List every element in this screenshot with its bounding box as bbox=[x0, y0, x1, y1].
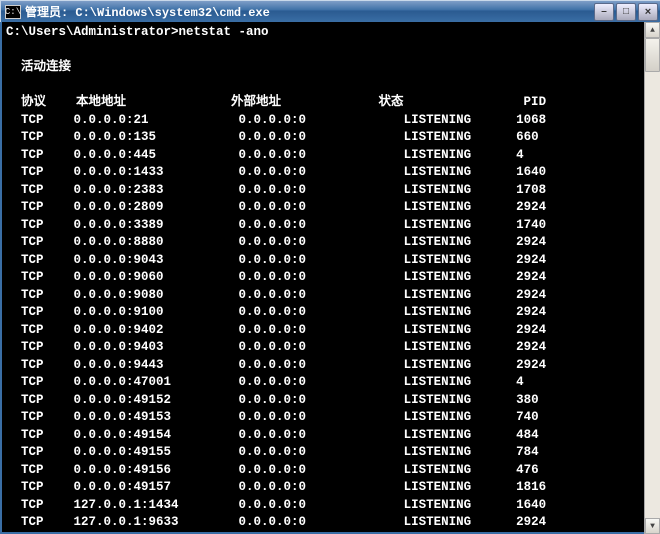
minimize-button[interactable]: – bbox=[594, 3, 614, 21]
scroll-thumb[interactable] bbox=[645, 38, 660, 72]
window-title: 管理员: C:\Windows\system32\cmd.exe bbox=[25, 3, 594, 20]
scroll-track[interactable] bbox=[645, 38, 660, 518]
window-frame: C:\Users\Administrator>netstat -ano 活动连接… bbox=[0, 22, 660, 534]
window-controls: – □ × bbox=[594, 3, 658, 21]
window-titlebar: C:\ 管理员: C:\Windows\system32\cmd.exe – □… bbox=[0, 0, 660, 22]
scroll-up-button[interactable]: ▲ bbox=[645, 22, 660, 38]
close-button[interactable]: × bbox=[638, 3, 658, 21]
maximize-button[interactable]: □ bbox=[616, 3, 636, 21]
console-output[interactable]: C:\Users\Administrator>netstat -ano 活动连接… bbox=[2, 22, 658, 532]
vertical-scrollbar[interactable]: ▲ ▼ bbox=[644, 22, 660, 534]
cmd-icon: C:\ bbox=[5, 5, 21, 19]
scroll-down-button[interactable]: ▼ bbox=[645, 518, 660, 534]
